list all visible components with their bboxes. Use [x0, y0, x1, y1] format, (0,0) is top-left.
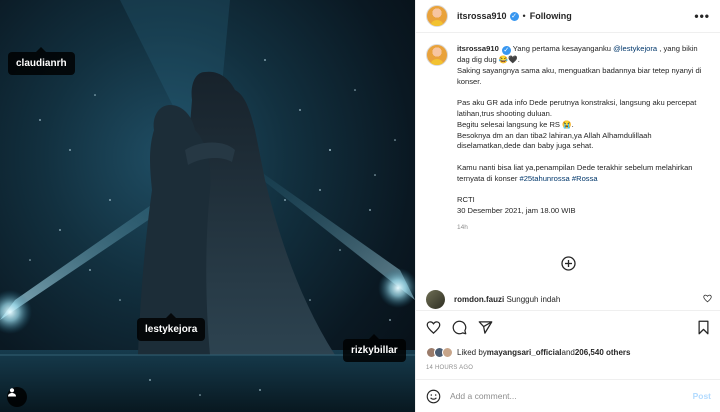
caption-line-8: 30 Desember 2021, jam 18.00 WIB: [457, 206, 576, 216]
commenter-avatar[interactable]: [426, 290, 445, 309]
likes-count-link[interactable]: 206,540 others: [575, 348, 631, 357]
tagged-users-button[interactable]: [7, 387, 27, 407]
caption-line-5: Besoknya dm an dan tiba2 lahiran,ya Alla…: [457, 130, 652, 151]
post-time-ago[interactable]: 14 HOURS AGO: [426, 365, 473, 371]
caption-line-2: Saking sayangnya sama aku, menguatkan ba…: [457, 65, 702, 86]
caption-line-3: Pas aku GR ada info Dede perutnya konstr…: [457, 98, 697, 118]
comment-bubble-icon[interactable]: [452, 320, 467, 335]
comment-text: Sungguh indah: [506, 295, 561, 304]
liker-avatars: [426, 347, 453, 358]
emoji-smiley-icon[interactable]: [426, 389, 441, 404]
author-avatar[interactable]: [426, 5, 448, 27]
liker-avatar: [442, 347, 453, 358]
caption-username[interactable]: itsrossa910: [457, 44, 499, 53]
share-paper-plane-icon[interactable]: [478, 320, 493, 335]
add-comment-bar: Add a comment... Post: [416, 379, 720, 412]
more-options-icon[interactable]: •••: [694, 9, 710, 23]
caption-author-avatar[interactable]: [426, 44, 448, 66]
caption-area: itsrossa910 ✓ Yang pertama kesayanganku @…: [416, 33, 720, 283]
caption-line-1: Yang pertama kesayanganku: [510, 44, 614, 53]
mention-link[interactable]: @lestykejora: [613, 44, 657, 53]
likes-middle: and: [561, 348, 575, 357]
save-bookmark-icon[interactable]: [696, 320, 711, 335]
header-separator: •: [522, 11, 526, 21]
user-icon: [8, 388, 16, 397]
verified-badge-icon: ✓: [509, 11, 519, 21]
author-username[interactable]: itsrossa910: [457, 11, 507, 21]
caption-line-7: RCTI: [457, 195, 475, 205]
post-header: itsrossa910 ✓ • Following •••: [416, 0, 720, 33]
hashtag-link[interactable]: #25tahunrossa: [519, 174, 569, 183]
post-photo[interactable]: claudianrh lestykejora rizkybillar: [0, 0, 415, 412]
plus-circle-icon: [561, 256, 576, 271]
caption-line-4: Begitu selesai langsung ke RS 😭.: [457, 119, 574, 129]
comment-item: romdon.fauzi Sungguh indah: [426, 290, 712, 309]
following-button[interactable]: Following: [530, 11, 572, 21]
hashtag-link[interactable]: #Rossa: [572, 174, 598, 183]
comment-input[interactable]: Add a comment...: [450, 391, 517, 401]
photo-tag-claudianrh[interactable]: claudianrh: [8, 47, 75, 75]
load-more-comments-button[interactable]: [561, 256, 576, 271]
likes-summary: Liked by mayangsari_official and 206,540…: [426, 347, 630, 358]
commenter-username[interactable]: romdon.fauzi: [454, 295, 504, 304]
verified-badge-icon: ✓: [501, 46, 511, 55]
likes-prefix: Liked by: [457, 348, 487, 357]
photo-tag-lestykejora[interactable]: lestykejora: [137, 313, 206, 341]
post-comment-button[interactable]: Post: [693, 391, 711, 401]
liked-by-user-link[interactable]: mayangsari_official: [487, 348, 562, 357]
like-heart-icon[interactable]: [426, 320, 441, 335]
caption-timestamp[interactable]: 14h: [457, 223, 710, 234]
caption-text: itsrossa910 ✓ Yang pertama kesayanganku @…: [457, 44, 710, 283]
like-comment-heart-icon[interactable]: [703, 294, 712, 303]
post-side-panel: itsrossa910 ✓ • Following ••• itsrossa91…: [415, 0, 720, 412]
photo-tag-rizkybillar[interactable]: rizkybillar: [343, 334, 406, 362]
